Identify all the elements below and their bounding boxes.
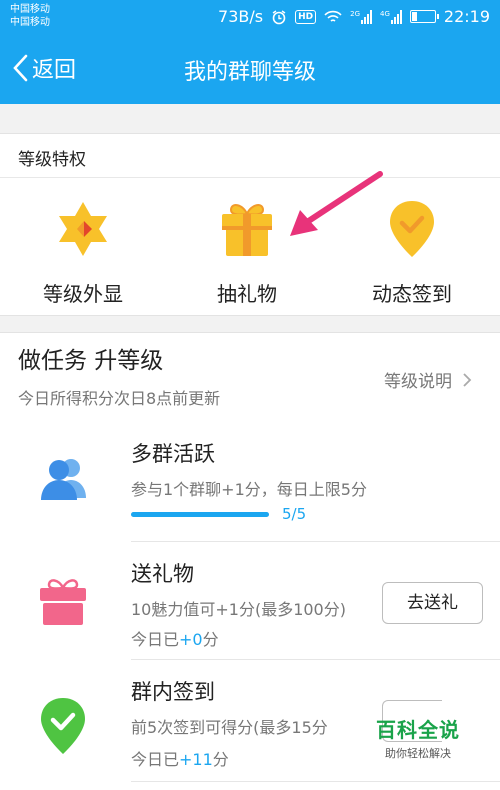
alarm-icon xyxy=(272,9,286,24)
privileges-header: 等级特权 xyxy=(0,133,500,178)
today-prefix: 今日已 xyxy=(131,630,180,649)
hd-badge: HD xyxy=(295,9,317,24)
send-gift-button[interactable]: 去送礼 xyxy=(382,582,483,624)
location-check-icon xyxy=(41,698,85,754)
task-desc: 10魅力值可+1分(最多100分) xyxy=(131,600,346,619)
gift-icon xyxy=(40,579,86,625)
page-title: 我的群聊等级 xyxy=(183,60,316,85)
tasks-header: 做任务 升等级 今日所得积分次日8点前更新 等级说明 xyxy=(0,332,500,420)
today-value: +11 xyxy=(179,750,213,769)
task-name: 送礼物 xyxy=(131,562,194,586)
today-value: +0 xyxy=(179,630,203,649)
task-desc: 前5次签到可得分(最多15分 xyxy=(131,718,328,737)
progress-bar xyxy=(131,512,269,517)
watermark: 百科全说 助你轻松解决 xyxy=(376,714,460,761)
network-type-2: 4G xyxy=(380,9,390,18)
screen: 中国移动 中国移动 73B/s HD 2G 4G 22:19 返回 我的群聊等级 xyxy=(0,0,500,790)
level-info-link[interactable]: 等级说明 xyxy=(384,367,472,392)
progress-text: 5/5 xyxy=(282,505,307,523)
privileges-title: 等级特权 xyxy=(18,150,86,170)
privilege-label: 动态签到 xyxy=(372,282,452,306)
today-suffix: 分 xyxy=(202,630,219,649)
task-name: 多群活跃 xyxy=(131,442,215,466)
battery-icon xyxy=(409,10,439,23)
status-bar: 中国移动 中国移动 73B/s HD 2G 4G 22:19 xyxy=(0,0,500,34)
star-badge-icon xyxy=(59,202,107,256)
chevron-right-icon xyxy=(463,372,472,387)
privilege-label: 抽礼物 xyxy=(217,282,277,306)
privileges-panel: 等级外显 抽礼物 动态签到 xyxy=(0,178,500,316)
users-icon xyxy=(41,459,86,500)
today-suffix: 分 xyxy=(212,750,229,769)
progress-fill xyxy=(131,512,269,517)
task-multi-group-active: 多群活跃 参与1个群聊+1分，每日上限5分 5/5 xyxy=(0,420,500,542)
annotation-arrow-icon xyxy=(290,171,383,236)
signal-1: 2G xyxy=(350,9,372,24)
divider xyxy=(131,781,500,782)
wifi-icon xyxy=(324,10,342,22)
watermark-title: 百科全说 xyxy=(376,718,460,742)
carrier-1: 中国移动 xyxy=(10,4,50,15)
signal-bars-icon xyxy=(361,9,372,24)
network-speed: 73B/s xyxy=(218,7,264,26)
signal-bars-icon xyxy=(390,9,402,24)
task-desc: 参与1个群聊+1分，每日上限5分 xyxy=(131,480,367,499)
status-indicators: 73B/s HD 2G 4G 22:19 xyxy=(218,7,490,26)
gift-icon xyxy=(222,204,272,256)
carrier-2: 中国移动 xyxy=(10,17,50,28)
privilege-label: 等级外显 xyxy=(43,282,123,306)
today-score: 今日已+0分 xyxy=(131,626,219,650)
privilege-level-display[interactable]: 等级外显 xyxy=(8,198,158,307)
carrier-info: 中国移动 中国移动 xyxy=(10,3,50,29)
clock: 22:19 xyxy=(443,7,490,26)
level-info-label: 等级说明 xyxy=(384,372,452,392)
watermark-subtitle: 助你轻松解决 xyxy=(385,747,451,760)
network-type-1: 2G xyxy=(350,9,360,18)
task-send-gift: 送礼物 10魅力值可+1分(最多100分) 今日已+0分 去送礼 xyxy=(0,542,500,660)
location-check-icon xyxy=(390,201,434,257)
tasks-subtitle: 今日所得积分次日8点前更新 xyxy=(18,389,221,408)
signal-2: 4G xyxy=(380,9,402,24)
today-score: 今日已+11分 xyxy=(131,746,229,770)
nav-bar: 返回 我的群聊等级 xyxy=(0,34,500,104)
today-prefix: 今日已 xyxy=(131,750,180,769)
task-name: 群内签到 xyxy=(131,680,215,704)
tasks-title: 做任务 升等级 xyxy=(18,348,164,374)
